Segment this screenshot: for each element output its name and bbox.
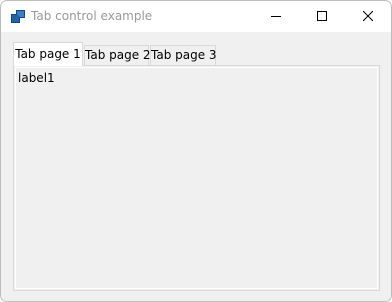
minimize-icon [271,10,281,24]
tab-page-1[interactable]: Tab page 1 [13,42,83,66]
client-area: Tab page 1 Tab page 2 Tab page 3 label1 [1,32,391,301]
maximize-button[interactable] [299,1,345,32]
app-window-icon [11,10,25,23]
title-bar[interactable]: Tab control example [1,1,391,32]
label1: label1 [18,71,55,85]
minimize-button[interactable] [253,1,299,32]
maximize-icon [317,10,327,24]
close-icon [362,10,374,24]
tab-page-2[interactable]: Tab page 2 [84,45,151,65]
tab-page-3[interactable]: Tab page 3 [150,45,217,65]
close-button[interactable] [345,1,391,32]
window-title: Tab control example [31,9,153,23]
tab-panel-content: label1 [15,67,378,289]
tab-panel: label1 [13,65,380,291]
app-window: Tab control example Tab page 1 Tab page … [0,0,392,302]
tab-strip: Tab page 1 Tab page 2 Tab page 3 [13,42,383,66]
